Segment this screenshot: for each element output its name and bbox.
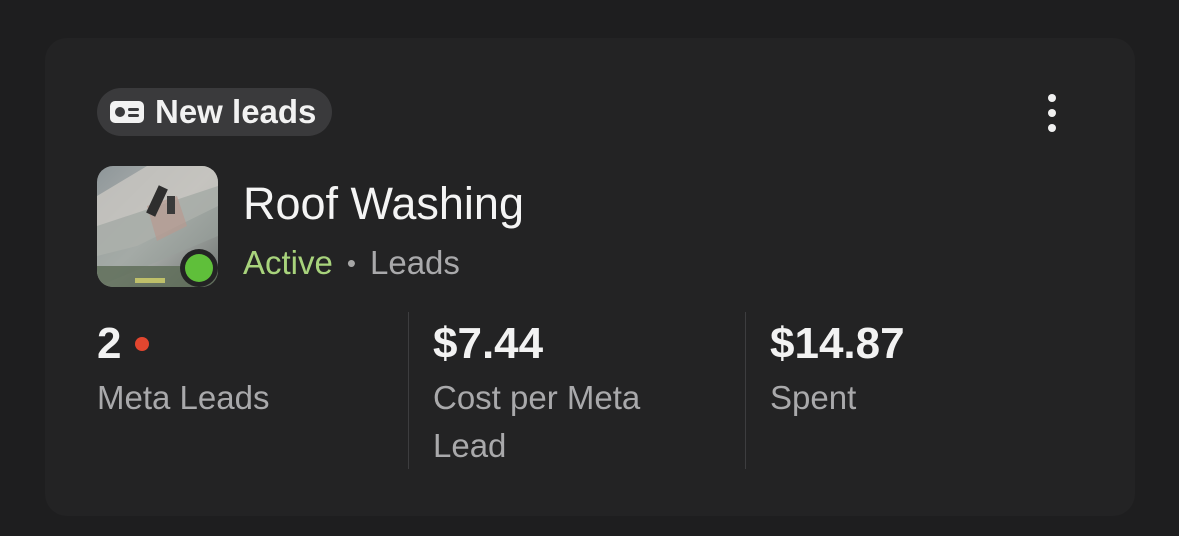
campaign-status: Active — [243, 244, 333, 281]
campaign-objective: Leads — [369, 244, 460, 281]
active-status-indicator — [180, 249, 218, 287]
metric-spent[interactable]: $14.87 Spent — [770, 318, 1070, 422]
campaign-subline: Active • Leads — [243, 244, 460, 282]
spent-label: Spent — [770, 379, 857, 416]
metric-meta-leads[interactable]: 2 Meta Leads — [97, 318, 387, 422]
new-indicator-dot — [135, 337, 150, 351]
badge-label: New leads — [155, 93, 317, 130]
meta-leads-value: 2 — [97, 319, 122, 368]
lead-form-icon — [110, 101, 144, 123]
more-vertical-icon — [1048, 94, 1056, 102]
spent-value: $14.87 — [770, 319, 905, 368]
divider — [408, 312, 409, 469]
separator-dot: • — [346, 247, 356, 278]
cost-per-lead-label: Cost per Meta Lead — [433, 379, 641, 464]
cost-per-lead-value: $7.44 — [433, 319, 544, 368]
new-leads-badge: New leads — [97, 88, 333, 136]
more-options-button[interactable] — [1032, 90, 1072, 136]
meta-leads-label: Meta Leads — [97, 379, 270, 416]
divider — [745, 312, 746, 469]
campaign-name[interactable]: Roof Washing — [243, 178, 524, 230]
metric-cost-per-lead[interactable]: $7.44 Cost per Meta Lead — [433, 318, 703, 470]
